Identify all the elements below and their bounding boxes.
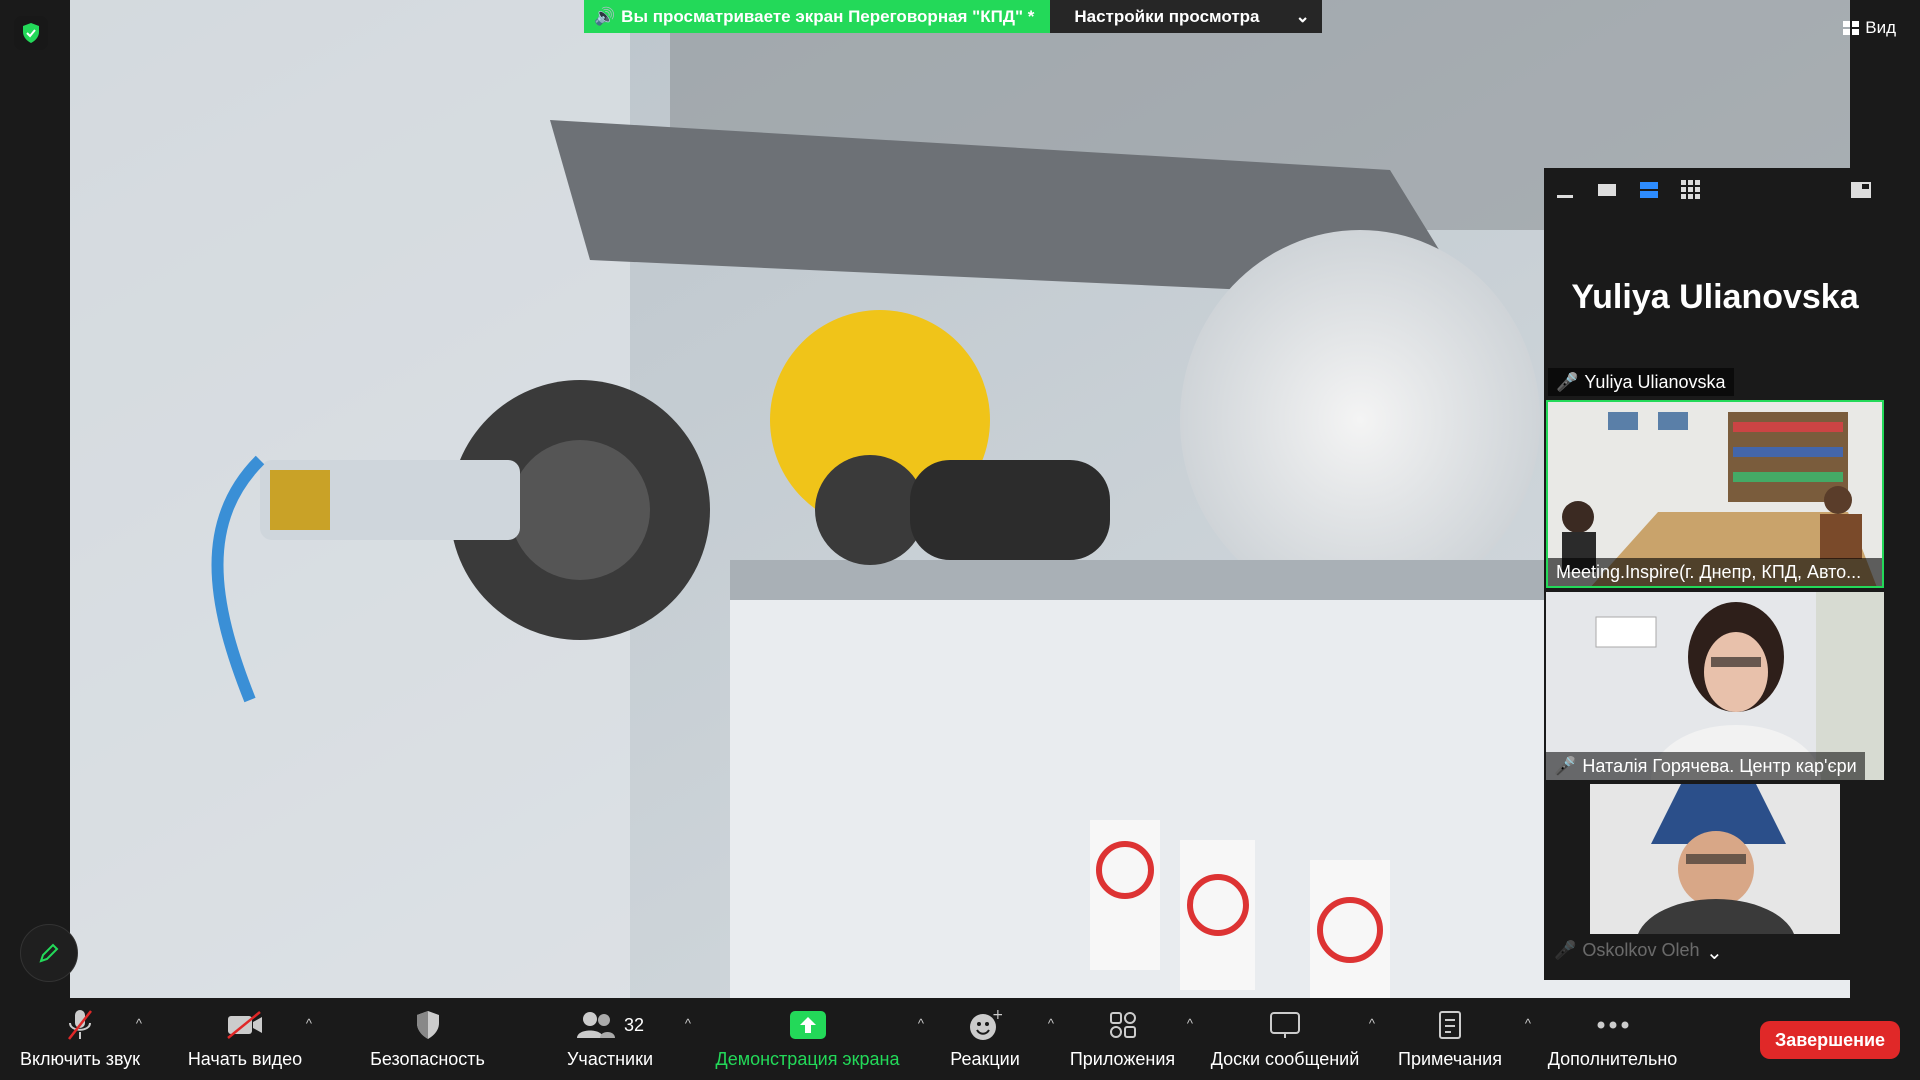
notes-button[interactable]: Примечания ^ (1375, 998, 1531, 1080)
notes-icon (1437, 1005, 1463, 1045)
muted-mic-icon: 🎤 (1554, 755, 1577, 776)
grid-view-icon (1843, 21, 1860, 35)
pop-out-icon[interactable] (1850, 179, 1872, 201)
participant-label: 🎤 Oskolkov Oleh (1546, 936, 1707, 964)
notes-label: Примечания (1398, 1049, 1502, 1069)
video-tile-natalia[interactable]: 🎤 Наталія Горячева. Центр кар'єри (1546, 592, 1884, 780)
sharing-banner: 🔊 Вы просматриваете экран Переговорная "… (584, 0, 1322, 33)
muted-mic-icon: 🎤 (1554, 939, 1577, 960)
start-video-button[interactable]: Начать видео ^ (160, 998, 330, 1080)
speaker-icon: 🔊 (594, 6, 616, 26)
sharing-status: 🔊 Вы просматриваете экран Переговорная "… (584, 0, 1051, 33)
security-label: Безопасность (370, 1049, 485, 1069)
participants-icon: 32 (576, 1005, 644, 1045)
panel-layout-toolbar (1544, 168, 1886, 212)
minimize-icon[interactable] (1554, 179, 1576, 201)
gallery-grid-icon[interactable] (1680, 179, 1702, 201)
apps-button[interactable]: Приложения ^ (1050, 998, 1195, 1080)
reactions-button[interactable]: + Реакции ^ (920, 998, 1054, 1080)
view-settings-button[interactable]: Настройки просмотра ⌄ (1050, 0, 1322, 33)
whiteboards-button[interactable]: Доски сообщений ^ (1195, 998, 1375, 1080)
chevron-up-icon[interactable]: ^ (306, 1016, 312, 1031)
unmute-button[interactable]: Включить звук ^ (0, 998, 160, 1080)
annotate-pencil-button[interactable] (20, 924, 78, 982)
participant-name: Наталія Горячева. Центр кар'єри (1582, 755, 1857, 776)
video-off-icon (226, 1005, 264, 1045)
security-shield-icon[interactable] (14, 16, 48, 50)
apps-label: Приложения (1069, 1049, 1176, 1069)
apps-icon (1108, 1005, 1138, 1045)
security-button[interactable]: Безопасность (330, 998, 525, 1080)
more-button[interactable]: Дополнительно (1525, 998, 1700, 1080)
sharing-status-text: Вы просматриваете экран Переговорная "КП… (621, 6, 1035, 26)
meeting-toolbar: Включить звук ^ Начать видео ^ Безопасно… (0, 998, 1920, 1080)
shield-icon (415, 1005, 441, 1045)
chevron-up-icon[interactable]: ^ (136, 1016, 142, 1031)
speaker-view-icon[interactable] (1596, 179, 1618, 201)
svg-text:+: + (992, 1008, 1002, 1023)
scroll-down-chevron-icon[interactable]: ⌄ (1706, 940, 1723, 965)
muted-mic-icon (66, 1005, 94, 1045)
chevron-down-icon: ⌄ (1295, 6, 1310, 26)
strip-view-icon[interactable] (1638, 179, 1660, 201)
end-meeting-button[interactable]: Завершение (1760, 1021, 1900, 1059)
whiteboard-icon (1269, 1005, 1301, 1045)
active-speaker-name: Yuliya Ulianovska (1571, 278, 1859, 316)
share-screen-button[interactable]: Демонстрация экрана ^ (695, 998, 924, 1080)
view-button[interactable]: Вид (1843, 18, 1896, 38)
whiteboards-label: Доски сообщений (1210, 1049, 1360, 1069)
reactions-label: Реакции (950, 1049, 1020, 1069)
share-screen-icon (789, 1005, 826, 1045)
video-tile-meeting-room[interactable]: Meeting.Inspire(г. Днепр, КПД, Авто... (1546, 400, 1884, 588)
end-meeting-label: Завершение (1774, 1029, 1886, 1050)
view-settings-label: Настройки просмотра (1074, 6, 1260, 26)
participant-name: Yuliya Ulianovska (1584, 371, 1726, 392)
video-tile-oskolkov[interactable]: 🎤 Oskolkov Oleh ⌄ (1546, 784, 1884, 972)
participant-label: Meeting.Inspire(г. Днепр, КПД, Авто... (1548, 558, 1882, 586)
pencil-icon (39, 943, 59, 963)
more-dots-icon (1596, 1005, 1630, 1045)
video-panel: Yuliya Ulianovska 🎤 Yuliya Ulianovska Me… (1544, 168, 1886, 980)
more-label: Дополнительно (1547, 1049, 1678, 1069)
participant-label: 🎤 Наталія Горячева. Центр кар'єри (1546, 752, 1865, 780)
chevron-up-icon[interactable]: ^ (685, 1016, 691, 1031)
participants-button[interactable]: 32 Участники ^ (525, 998, 695, 1080)
participants-label: Участники (567, 1049, 653, 1069)
start-video-label: Начать видео (187, 1049, 303, 1069)
participant-name: Meeting.Inspire(г. Днепр, КПД, Авто... (1556, 561, 1862, 582)
smiley-icon: + (968, 1005, 1002, 1045)
participant-label: 🎤 Yuliya Ulianovska (1548, 368, 1734, 396)
muted-mic-icon: 🎤 (1556, 371, 1579, 392)
unmute-label: Включить звук (19, 1049, 141, 1069)
participants-count: 32 (623, 1014, 645, 1035)
chevron-up-icon[interactable]: ^ (1187, 1016, 1193, 1031)
participant-video (1590, 784, 1840, 934)
share-screen-label: Демонстрация экрана (715, 1049, 900, 1069)
participant-name: Oskolkov Oleh (1582, 939, 1700, 960)
view-label: Вид (1865, 18, 1896, 37)
